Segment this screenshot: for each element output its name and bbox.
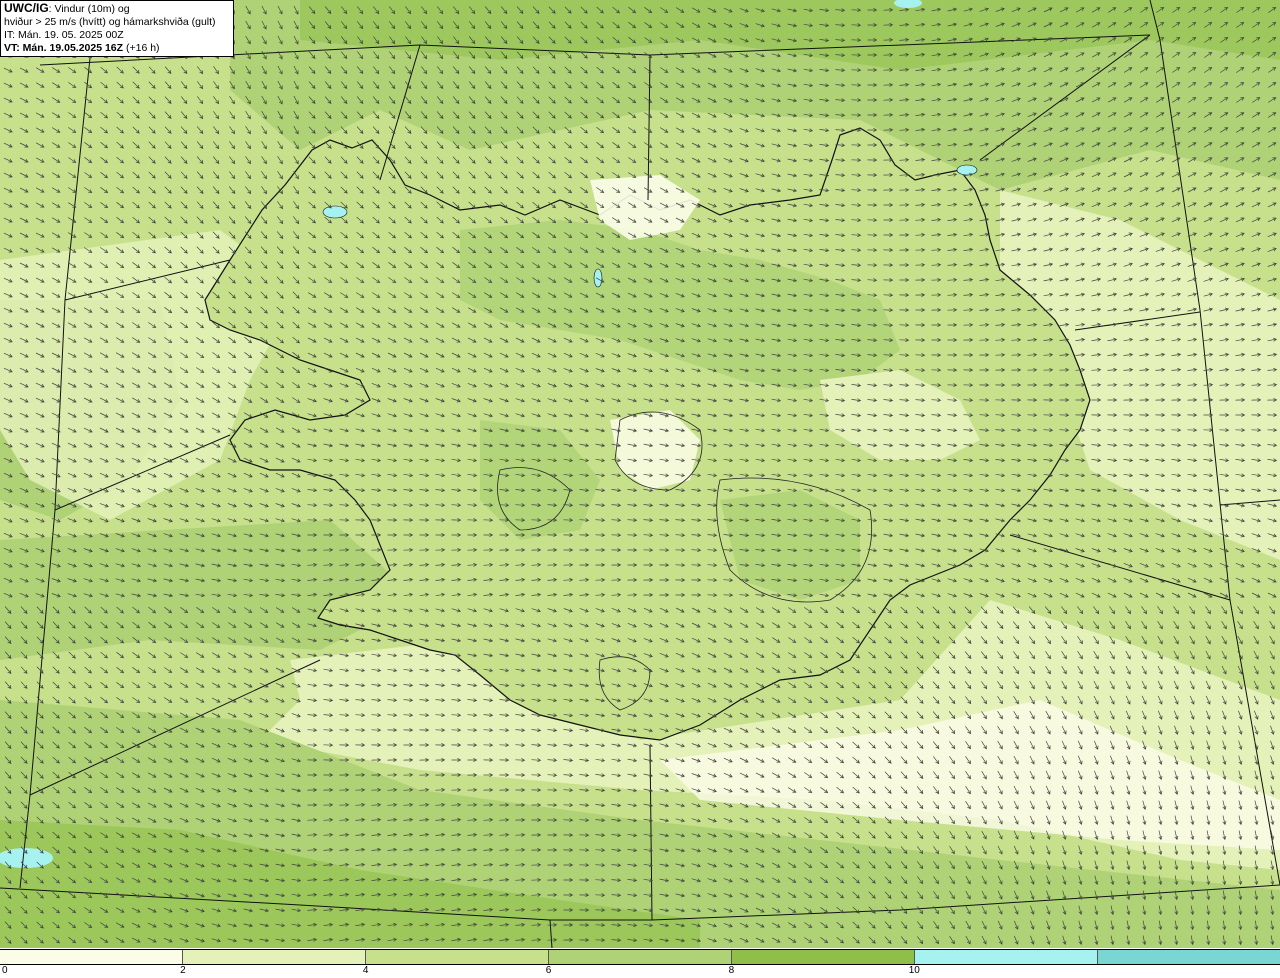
legend-swatch [1098,950,1280,964]
valid-time-row: VT: Mán. 19.05.2025 16Z (+16 h) [4,42,230,55]
legend-swatch [915,950,1098,964]
legend-label: 0 [2,965,8,976]
forecast-offset: (+16 h) [123,42,160,54]
wind-map[interactable]: UWC/IG: Vindur (10m) og hviður > 25 m/s … [0,0,1280,948]
lake-north [593,268,603,288]
legend-swatch [366,950,549,964]
lake-west [322,205,348,219]
legend-swatch [732,950,915,964]
valid-time: VT: Mán. 19.05.2025 16Z [4,42,124,54]
wind-map-svg [0,0,1280,948]
legend-label: 10 [908,965,920,976]
legend-bar [0,949,1280,965]
legend-label: 6 [545,965,552,976]
info-subtitle: hviður > 25 m/s (hvítt) og hámarkshviða … [4,16,216,28]
color-legend: 0 2 4 6 8 10 [0,949,1280,978]
title-rest: : Vindur (10m) og [48,3,130,15]
legend-label: 2 [180,965,186,976]
initial-time: IT: Mán. 19. 05. 2025 00Z [4,29,124,41]
legend-swatch [0,950,183,964]
model-name: UWC/IG [4,1,49,15]
legend-label: 8 [728,965,735,976]
info-box: UWC/IG: Vindur (10m) og hviður > 25 m/s … [0,0,234,57]
legend-swatch [183,950,366,964]
legend-label: 4 [362,965,369,976]
info-title-row: UWC/IG: Vindur (10m) og [4,2,230,16]
legend-swatch [549,950,732,964]
lake-northeast [956,164,978,176]
